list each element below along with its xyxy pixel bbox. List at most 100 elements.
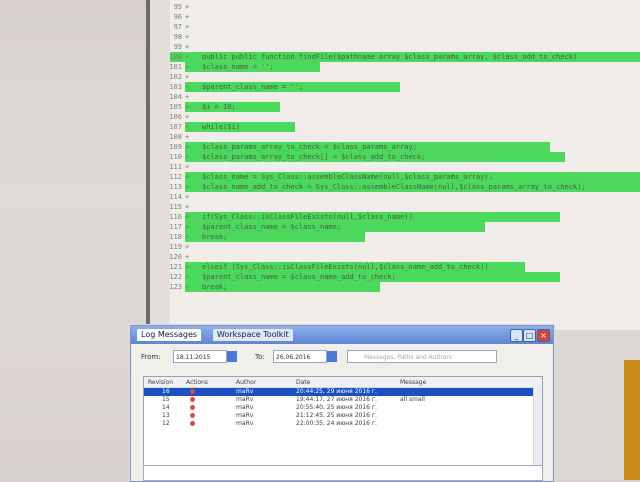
code-line[interactable]: 98 + [150, 32, 640, 42]
code-text[interactable]: while($i) [202, 122, 240, 132]
author-header[interactable]: Author [236, 379, 256, 386]
actions-header[interactable]: Actions [186, 379, 208, 386]
line-number: 105 [169, 103, 182, 111]
code-text[interactable]: public public function findFile($pathnam… [202, 52, 577, 62]
diff-marker: + [185, 253, 190, 261]
tab-log-messages[interactable]: Log Messages [137, 329, 202, 341]
code-text[interactable]: elseif (Sys_Class::isClassFileExists(nul… [202, 262, 489, 272]
table-scrollbar[interactable] [533, 387, 542, 465]
diff-marker: + [185, 153, 190, 161]
minimize-icon[interactable]: _ [510, 329, 523, 342]
log-messages-dialog[interactable]: Log Messages Workspace Toolkit _ □ × Fro… [130, 325, 554, 482]
to-date-field[interactable]: 26.06.2016 [273, 350, 327, 363]
code-line[interactable]: 106 + [150, 112, 640, 122]
revision-table[interactable]: Revision Actions Author Date Message 16 m… [143, 376, 543, 466]
diff-marker: + [185, 3, 190, 11]
code-line[interactable]: 95 + [150, 2, 640, 12]
code-line[interactable]: 103 + $parent_class_name = ''; [150, 82, 640, 92]
line-number: 122 [169, 273, 182, 281]
line-number: 106 [169, 113, 182, 121]
code-line[interactable]: 118 + break; [150, 232, 640, 242]
table-row[interactable]: 14 maRv 20:55:40, 25 июня 2016 г. [144, 404, 542, 412]
code-text[interactable]: $class_params_array_to_check[] = $class_… [202, 152, 425, 162]
code-line[interactable]: 97 + [150, 22, 640, 32]
to-date-dropdown-icon[interactable] [327, 351, 337, 362]
code-text[interactable]: $class_params_array_to_check = $class_pa… [202, 142, 417, 152]
code-line[interactable]: 123 + break; [150, 282, 640, 292]
diff-marker: + [185, 103, 190, 111]
revision-header[interactable]: Revision [148, 379, 173, 386]
code-line[interactable]: 100 + public public function findFile($pat… [150, 52, 640, 62]
code-line[interactable]: 109 + $class_params_array_to_check = $cla… [150, 142, 640, 152]
search-input[interactable]: Messages, Paths and Authors [347, 350, 497, 363]
diff-marker: + [185, 223, 190, 231]
tab-workspace-toolkit[interactable]: Workspace Toolkit [213, 329, 293, 341]
diff-marker: + [185, 53, 190, 61]
line-number: 123 [169, 283, 182, 291]
code-line[interactable]: 102 + [150, 72, 640, 82]
message-header[interactable]: Message [400, 379, 426, 386]
author-cell: maRv [236, 396, 254, 403]
code-line[interactable]: 96 + [150, 12, 640, 22]
code-line[interactable]: 104 + [150, 92, 640, 102]
diff-marker: + [185, 273, 190, 281]
code-line[interactable]: 119 + [150, 242, 640, 252]
code-text[interactable]: break; [202, 232, 227, 242]
code-line[interactable]: 115 + [150, 202, 640, 212]
code-line[interactable]: 111 + [150, 162, 640, 172]
code-text[interactable]: $class_name = ''; [202, 62, 274, 72]
code-line[interactable]: 108 + [150, 132, 640, 142]
code-text[interactable]: $parent_class_name = $class_name_add_to_… [202, 272, 396, 282]
from-date-dropdown-icon[interactable] [227, 351, 237, 362]
table-row[interactable]: 12 maRv 22:00:35, 24 июня 2016 г. [144, 420, 542, 428]
code-line[interactable]: 107 + while($i) [150, 122, 640, 132]
code-line[interactable]: 99 + [150, 42, 640, 52]
code-line[interactable]: 112 + $class_name = Sys_Class::assembleCl… [150, 172, 640, 182]
table-row[interactable]: 15 maRv 19:44:17, 27 июня 2016 г. all small [144, 396, 542, 404]
code-line[interactable]: 117 + $parent_class_name = $class_name; [150, 222, 640, 232]
object-edge [624, 360, 640, 480]
code-line[interactable]: 105 + $i = 10; [150, 102, 640, 112]
desk-background [0, 0, 150, 480]
code-line[interactable]: 114 + [150, 192, 640, 202]
code-line[interactable]: 101 + $class_name = ''; [150, 62, 640, 72]
code-editor[interactable]: 95 +96 +97 +98 +99 +100 + public public functio… [150, 0, 640, 330]
code-text[interactable]: $class_name = Sys_Class::assembleClassNa… [202, 172, 493, 182]
diff-marker: + [185, 213, 190, 221]
table-row[interactable]: 13 maRv 21:12:45, 25 июня 2016 г. [144, 412, 542, 420]
code-text[interactable]: if(Sys_Class::isClassFileExists(null,$cl… [202, 212, 413, 222]
diff-marker: + [185, 13, 190, 21]
code-line[interactable]: 116 + if(Sys_Class::isClassFileExists(nul… [150, 212, 640, 222]
diff-marker: + [185, 113, 190, 121]
line-number: 101 [169, 63, 182, 71]
diff-marker: + [185, 133, 190, 141]
code-text[interactable]: break; [202, 282, 227, 292]
table-row[interactable]: 16 maRv 20:44:25, 29 июня 2016 г. [144, 388, 542, 396]
code-line[interactable]: 110 + $class_params_array_to_check[] = $c… [150, 152, 640, 162]
rev-cell: 13 [162, 412, 170, 419]
diff-marker: + [185, 73, 190, 81]
code-text[interactable]: $parent_class_name = $class_name; [202, 222, 341, 232]
code-text[interactable]: $i = 10; [202, 102, 236, 112]
from-date-field[interactable]: 18.11.2015 [173, 350, 227, 363]
line-number: 115 [169, 203, 182, 211]
author-cell: maRv [236, 388, 254, 395]
date-header[interactable]: Date [296, 379, 310, 386]
code-line[interactable]: 113 + $class_name_add_to_check = Sys_Clas… [150, 182, 640, 192]
line-number: 99 [173, 43, 182, 51]
code-text[interactable]: $parent_class_name = ''; [202, 82, 303, 92]
maximize-icon[interactable]: □ [523, 329, 536, 342]
close-icon[interactable]: × [537, 329, 550, 342]
code-line[interactable]: 120 + [150, 252, 640, 262]
code-line[interactable]: 122 + $parent_class_name = $class_name_ad… [150, 272, 640, 282]
code-text[interactable]: $class_name_add_to_check = Sys_Class::as… [202, 182, 586, 192]
line-number: 117 [169, 223, 182, 231]
diff-marker: + [185, 143, 190, 151]
table-header: Revision Actions Author Date Message [144, 377, 542, 388]
message-cell: all small [400, 396, 425, 403]
code-line[interactable]: 121 + elseif (Sys_Class::isClassFileExist… [150, 262, 640, 272]
change-icon [190, 405, 195, 410]
line-number: 108 [169, 133, 182, 141]
rev-cell: 16 [162, 388, 170, 395]
message-detail-panel[interactable] [143, 465, 543, 481]
